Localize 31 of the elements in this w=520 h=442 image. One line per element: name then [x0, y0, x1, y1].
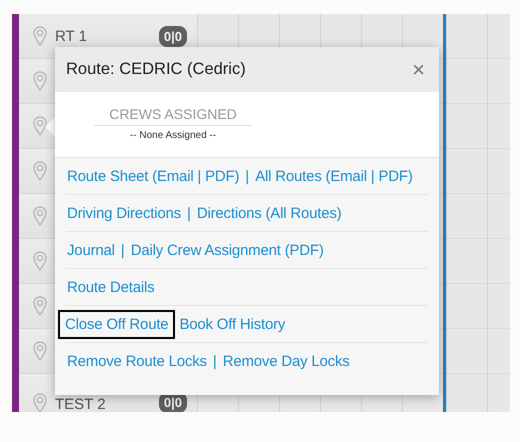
map-pin-icon: [33, 161, 47, 181]
map-pin-icon: [33, 251, 47, 271]
separator: |: [245, 168, 250, 184]
crews-value: -- None Assigned --: [128, 130, 218, 141]
map-pin-icon: [33, 71, 47, 91]
separator: |: [212, 352, 217, 370]
count-badge: 0|0: [158, 26, 187, 46]
separator: |: [120, 242, 125, 258]
menu-link[interactable]: Directions (All Routes): [196, 202, 342, 224]
map-pin-icon: [33, 393, 47, 412]
map-pin-icon: [33, 26, 47, 46]
menu-link[interactable]: Daily Crew Assignment (PDF): [130, 240, 325, 260]
map-pin-icon: [33, 296, 47, 316]
menu-link[interactable]: Book Off History: [178, 314, 286, 334]
menu-link[interactable]: Driving Directions: [66, 202, 182, 224]
menu-link[interactable]: Journal: [66, 240, 116, 260]
menu-link[interactable]: All Routes (Email | PDF): [254, 166, 414, 186]
map-pin-icon: [33, 116, 47, 136]
map-pin-icon: [33, 206, 47, 226]
menu-link[interactable]: Remove Route Locks: [66, 350, 208, 372]
close-button[interactable]: ×: [412, 58, 425, 80]
menu-link[interactable]: Remove Day Locks: [222, 350, 351, 372]
section-heading: CREWS ASSIGNED: [94, 106, 252, 126]
popover-title: Route: CEDRIC (Cedric): [66, 60, 246, 79]
map-pin-icon: [33, 341, 47, 361]
separator: |: [186, 204, 191, 222]
route-name: RT 1: [55, 28, 88, 44]
route-name: TEST 2: [55, 396, 107, 412]
menu-link[interactable]: Close Off Route: [60, 312, 174, 336]
menu-link[interactable]: Route Sheet (Email | PDF): [66, 166, 240, 186]
menu-link[interactable]: Route Details: [66, 276, 156, 298]
